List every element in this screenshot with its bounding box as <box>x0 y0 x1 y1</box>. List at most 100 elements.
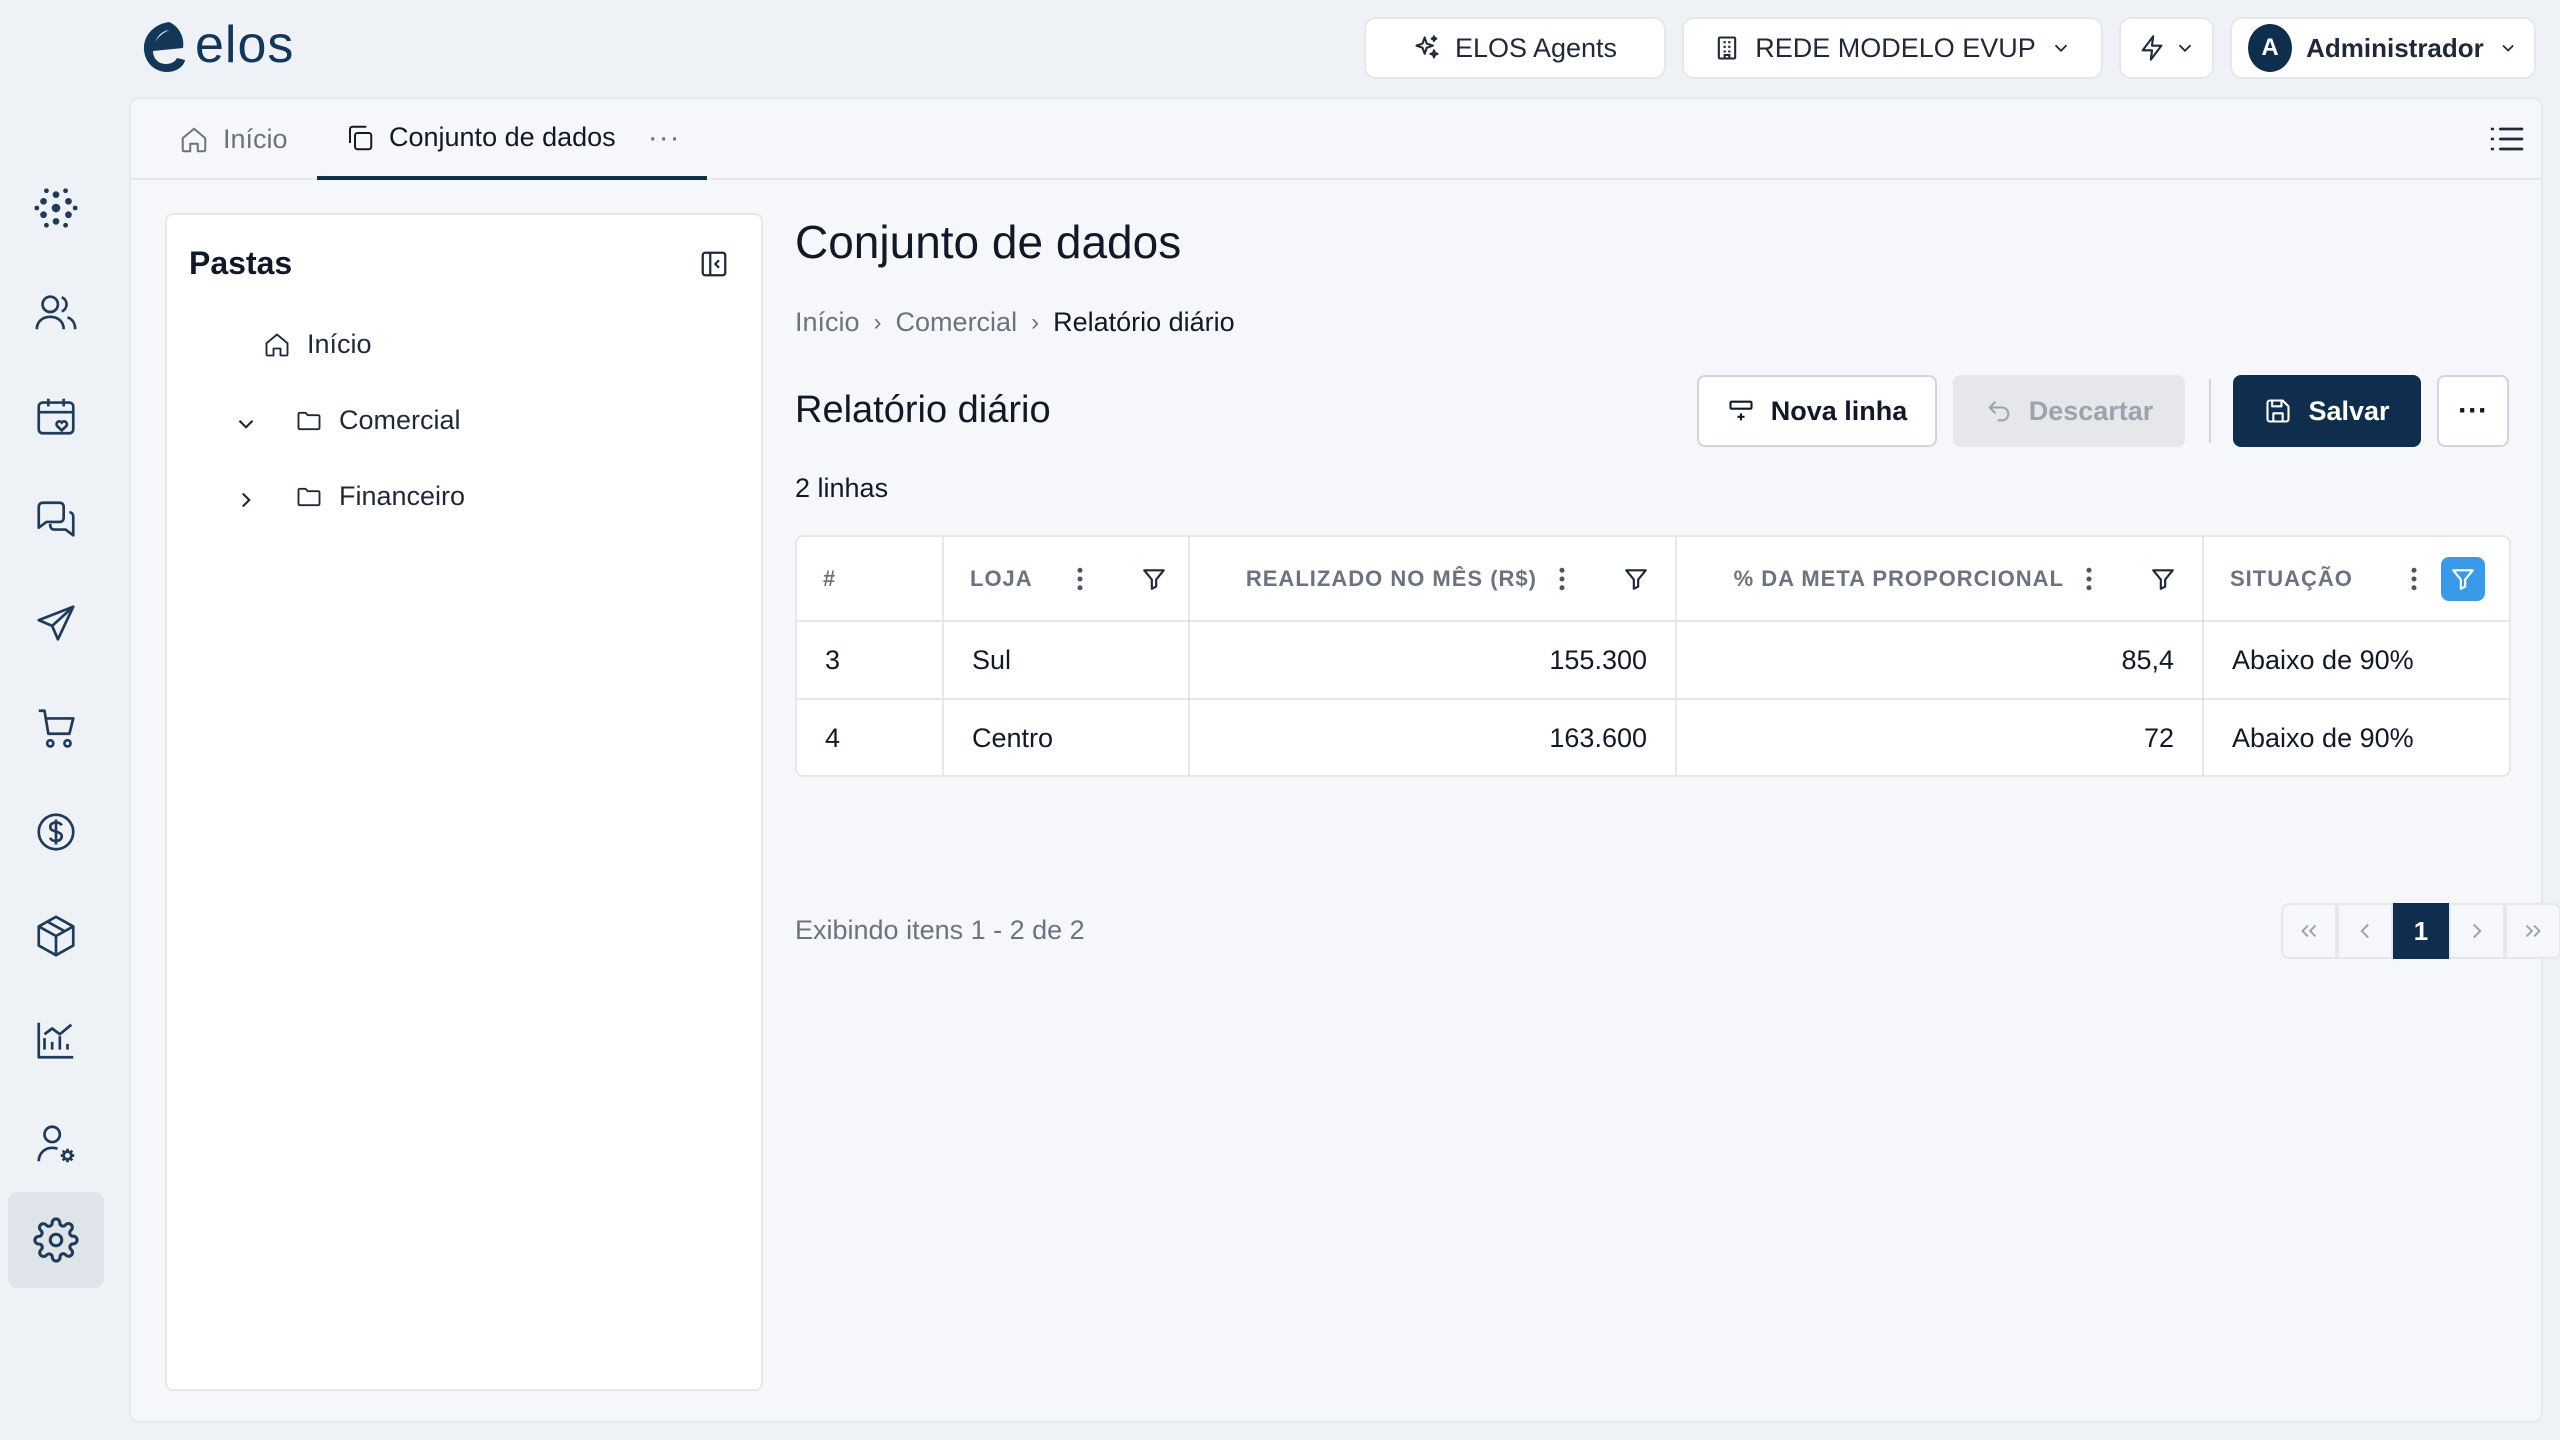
quick-actions-button[interactable] <box>2119 17 2214 79</box>
sidebar-item-users[interactable] <box>8 264 104 360</box>
send-icon <box>37 605 75 641</box>
folders-panel: Pastas Início Comercial Financeiro <box>165 213 763 1391</box>
sidebar-item-finance[interactable] <box>8 784 104 880</box>
collapse-panel-icon[interactable] <box>699 249 729 279</box>
sidebar-item-campaigns[interactable] <box>8 576 104 672</box>
tab-more-button[interactable]: ··· <box>648 121 681 155</box>
filter-icon[interactable] <box>1623 566 1649 592</box>
sidebar-item-calendar[interactable] <box>8 368 104 464</box>
last-page-button[interactable] <box>2505 903 2560 959</box>
kebab-menu-icon[interactable] <box>1551 564 1573 594</box>
cell-meta[interactable]: 85,4 <box>1676 621 2204 700</box>
box-icon <box>37 915 75 957</box>
column-header-loja[interactable]: LOJA <box>943 537 1190 622</box>
cell-loja[interactable]: Sul <box>943 621 1190 700</box>
users-icon <box>35 295 77 330</box>
avatar: A <box>2248 24 2293 72</box>
chevron-down-icon <box>2178 44 2191 53</box>
folder-label: Início <box>307 329 372 359</box>
cell-loja[interactable]: Centro <box>943 699 1190 775</box>
cell-realizado[interactable]: 155.300 <box>1189 621 1677 700</box>
breadcrumb: Início › Comercial › Relatório diário <box>795 307 1235 338</box>
cell-situacao[interactable]: Abaixo de 90% <box>2203 621 2509 700</box>
chevron-down-icon <box>2054 44 2067 53</box>
cart-icon <box>38 709 75 748</box>
chevrons-right-icon <box>2525 924 2541 938</box>
elos-agents-button[interactable]: ELOS Agents <box>1364 17 1666 79</box>
previous-page-button[interactable] <box>2337 903 2393 959</box>
list-icon[interactable] <box>2487 119 2527 159</box>
tab-dataset[interactable]: Conjunto de dados ··· <box>317 99 707 180</box>
row-count: 2 linhas <box>795 473 889 503</box>
sidebar-item-network[interactable] <box>8 160 104 256</box>
home-icon <box>181 127 207 152</box>
cell-realizado[interactable]: 163.600 <box>1189 699 1677 775</box>
next-page-button[interactable] <box>2449 903 2505 959</box>
first-page-button[interactable] <box>2281 903 2337 959</box>
user-name: Administrador <box>2306 32 2484 63</box>
column-header-meta[interactable]: % DA META PROPORCIONAL <box>1676 537 2204 622</box>
building-icon <box>1718 36 1737 60</box>
column-header-index[interactable]: # <box>797 537 944 622</box>
column-label: REALIZADO NO MÊS (R$) <box>1245 565 1537 591</box>
folder-item-financeiro[interactable]: Financeiro <box>295 481 465 512</box>
user-menu-button[interactable]: A Administrador <box>2230 17 2536 79</box>
folder-item-home[interactable]: Início <box>263 329 372 360</box>
filter-icon[interactable] <box>2150 566 2176 592</box>
active-filter-button[interactable] <box>2441 556 2485 601</box>
cell-index[interactable]: 3 <box>797 621 944 700</box>
cell-meta[interactable]: 72 <box>1676 699 2204 775</box>
folder-label: Financeiro <box>339 481 466 511</box>
folder-icon <box>297 487 321 506</box>
tab-dataset-label: Conjunto de dados <box>389 122 616 152</box>
page-button-current[interactable]: 1 <box>2393 903 2449 959</box>
chevron-left-icon <box>2360 923 2369 939</box>
organization-selector[interactable]: REDE MODELO EVUP <box>1682 17 2103 79</box>
table-row[interactable]: 3 Sul 155.300 85,4 Abaixo de 90% <box>797 621 2509 700</box>
app-logo[interactable]: elos <box>139 16 295 76</box>
copy-icon <box>349 125 373 150</box>
bolt-icon <box>2141 35 2162 61</box>
sidebar-item-cart[interactable] <box>8 680 104 776</box>
more-actions-button[interactable]: ··· <box>2437 375 2509 447</box>
sidebar-item-settings[interactable] <box>8 1192 104 1288</box>
kebab-menu-icon[interactable] <box>1069 564 1091 594</box>
sparkles-icon <box>1415 35 1439 59</box>
kebab-menu-icon[interactable] <box>2078 564 2100 594</box>
column-header-realizado[interactable]: REALIZADO NO MÊS (R$) <box>1189 537 1677 622</box>
new-row-button[interactable]: Nova linha <box>1697 375 1937 447</box>
chevron-right-icon[interactable] <box>233 487 259 513</box>
save-button[interactable]: Salvar <box>2233 375 2421 447</box>
discard-label: Descartar <box>2028 395 2154 426</box>
column-header-situacao[interactable]: SITUAÇÃO <box>2203 537 2509 622</box>
gear-icon <box>33 1217 79 1263</box>
sidebar-item-user-settings[interactable] <box>8 1096 104 1192</box>
data-grid: # LOJA REALIZADO NO MÊS (R$) % DA META P… <box>795 535 2511 777</box>
discard-button[interactable]: Descartar <box>1953 375 2185 447</box>
sidebar-item-reports[interactable] <box>8 992 104 1088</box>
organization-label: REDE MODELO EVUP <box>1755 32 2036 63</box>
folder-item-comercial[interactable]: Comercial <box>295 405 461 436</box>
cell-index[interactable]: 4 <box>797 699 944 775</box>
network-icon <box>34 188 78 228</box>
filter-icon[interactable] <box>1141 566 1167 592</box>
sidebar-item-messages[interactable] <box>8 472 104 568</box>
logo-text: elos <box>195 16 295 74</box>
breadcrumb-item-comercial[interactable]: Comercial <box>896 307 1018 338</box>
sidebar-item-products[interactable] <box>8 888 104 984</box>
page-title: Conjunto de dados <box>795 216 1182 268</box>
user-settings-icon <box>37 1125 75 1163</box>
kebab-menu-icon[interactable] <box>2403 564 2425 594</box>
chevron-down-icon <box>2502 44 2514 52</box>
tab-home[interactable]: Início <box>179 99 288 180</box>
column-label: SITUAÇÃO <box>2230 565 2353 591</box>
folder-icon <box>297 411 321 430</box>
table-row[interactable]: 4 Centro 163.600 72 Abaixo de 90% <box>797 699 2509 775</box>
breadcrumb-item-home[interactable]: Início <box>795 307 860 338</box>
main-content: Início Conjunto de dados ··· Pastas Iníc… <box>129 97 2560 1423</box>
breadcrumb-separator: › <box>1031 308 1040 336</box>
cell-situacao[interactable]: Abaixo de 90% <box>2203 699 2509 775</box>
chevron-down-icon[interactable] <box>233 411 259 437</box>
dollar-icon <box>37 813 75 851</box>
column-label: # <box>823 565 837 591</box>
